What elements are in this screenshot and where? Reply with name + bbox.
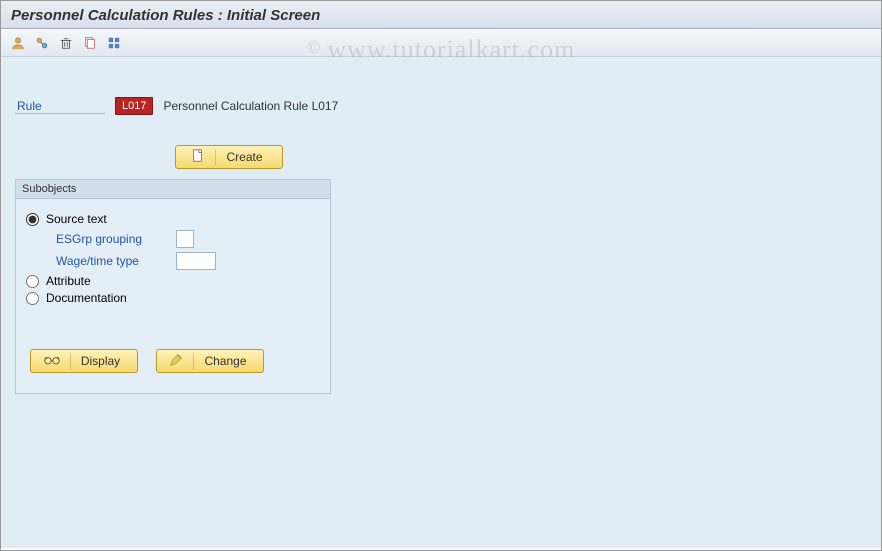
create-button-label: Create [226, 150, 262, 164]
display-button-label: Display [81, 354, 120, 368]
title-text: Personnel Calculation Rules : Initial Sc… [11, 7, 320, 24]
wage-row: Wage/time type [56, 252, 320, 270]
clipboard-icon[interactable] [81, 34, 99, 52]
rule-label: Rule [15, 99, 105, 114]
radio-attribute-label: Attribute [46, 274, 91, 288]
create-button[interactable]: Create [175, 145, 283, 169]
rule-description: Personnel Calculation Rule L017 [163, 99, 338, 113]
radio-attribute-row[interactable]: Attribute [26, 274, 320, 288]
main-content: Rule L017 Personnel Calculation Rule L01… [1, 57, 881, 548]
change-button-label: Change [204, 354, 246, 368]
radio-source-text-label: Source text [46, 212, 107, 226]
grid-icon[interactable] [105, 34, 123, 52]
esgrp-label: ESGrp grouping [56, 232, 168, 246]
document-icon [191, 149, 205, 166]
esgrp-row: ESGrp grouping [56, 230, 320, 248]
radio-documentation-label: Documentation [46, 291, 127, 305]
rule-row: Rule L017 Personnel Calculation Rule L01… [15, 97, 867, 115]
button-separator [215, 149, 216, 165]
trash-icon[interactable] [57, 34, 75, 52]
subobjects-title: Subobjects [16, 180, 330, 199]
rule-code-badge[interactable]: L017 [115, 97, 153, 115]
radio-documentation-row[interactable]: Documentation [26, 291, 320, 305]
display-button[interactable]: Display [30, 349, 138, 373]
app-toolbar [1, 29, 881, 57]
wage-input[interactable] [176, 252, 216, 270]
radio-source-text[interactable] [26, 213, 39, 226]
radio-source-text-row[interactable]: Source text [26, 212, 320, 226]
button-separator [70, 353, 71, 369]
esgrp-input[interactable] [176, 230, 194, 248]
subobjects-group: Subobjects Source text ESGrp grouping Wa… [15, 179, 331, 394]
pencil-icon [169, 353, 183, 370]
wage-label: Wage/time type [56, 254, 168, 268]
person-icon[interactable] [9, 34, 27, 52]
glasses-icon [44, 354, 60, 369]
copy-link-icon[interactable] [33, 34, 51, 52]
window-title: Personnel Calculation Rules : Initial Sc… [1, 1, 881, 29]
radio-attribute[interactable] [26, 275, 39, 288]
radio-documentation[interactable] [26, 292, 39, 305]
button-separator [193, 353, 194, 369]
change-button[interactable]: Change [156, 349, 264, 373]
